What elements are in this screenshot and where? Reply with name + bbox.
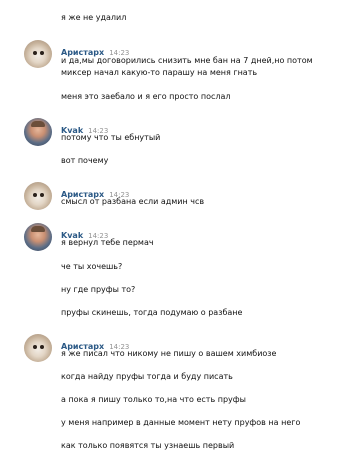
message-line: у меня например в данные момент нету пру…	[61, 418, 301, 427]
message-line: че ты хочешь?	[61, 262, 123, 271]
avatar-aristarkh[interactable]	[24, 40, 52, 68]
message-line: когда найду пруфы тогда и буду писать	[61, 372, 233, 381]
message-line: я же не удалил	[61, 13, 127, 22]
avatar-aristarkh[interactable]	[24, 182, 52, 210]
message-line: миксер начал какую-то парашу на меня гна…	[61, 68, 258, 77]
avatar-kvak[interactable]	[24, 223, 52, 251]
message-line: вот почему	[61, 156, 109, 165]
message-line: я же писал что никому не пишу о вашем хи…	[61, 349, 277, 358]
message-line: пруфы скинешь, тогда подумаю о разбане	[61, 308, 243, 317]
message-line: а пока я пишу только то,на что есть пруф…	[61, 395, 246, 404]
message-header: Kvak 14:23	[61, 223, 108, 240]
message-line: я вернул тебе пермач	[61, 238, 154, 247]
message-header: Аристарх 14:23	[61, 182, 129, 199]
message-line: как только появятся ты узнаешь первый	[61, 441, 235, 450]
message-header: Аристарх 14:23	[61, 334, 129, 351]
chat-history: я же не удалил Аристарх 14:23 и да,мы дог…	[0, 0, 353, 467]
avatar-aristarkh[interactable]	[24, 334, 52, 362]
message-line: меня это заебало и я его просто послал	[61, 92, 231, 101]
message-header: Kvak 14:23	[61, 118, 108, 135]
message-header: Аристарх 14:23	[61, 40, 129, 57]
message-line: смысл от разбана если админ чсв	[61, 197, 205, 206]
message-line: ну где пруфы то?	[61, 285, 136, 294]
message-line: потому что ты ебнутый	[61, 133, 161, 142]
avatar-kvak[interactable]	[24, 118, 52, 146]
message-line: и да,мы договорились снизить мне бан на …	[61, 56, 313, 65]
